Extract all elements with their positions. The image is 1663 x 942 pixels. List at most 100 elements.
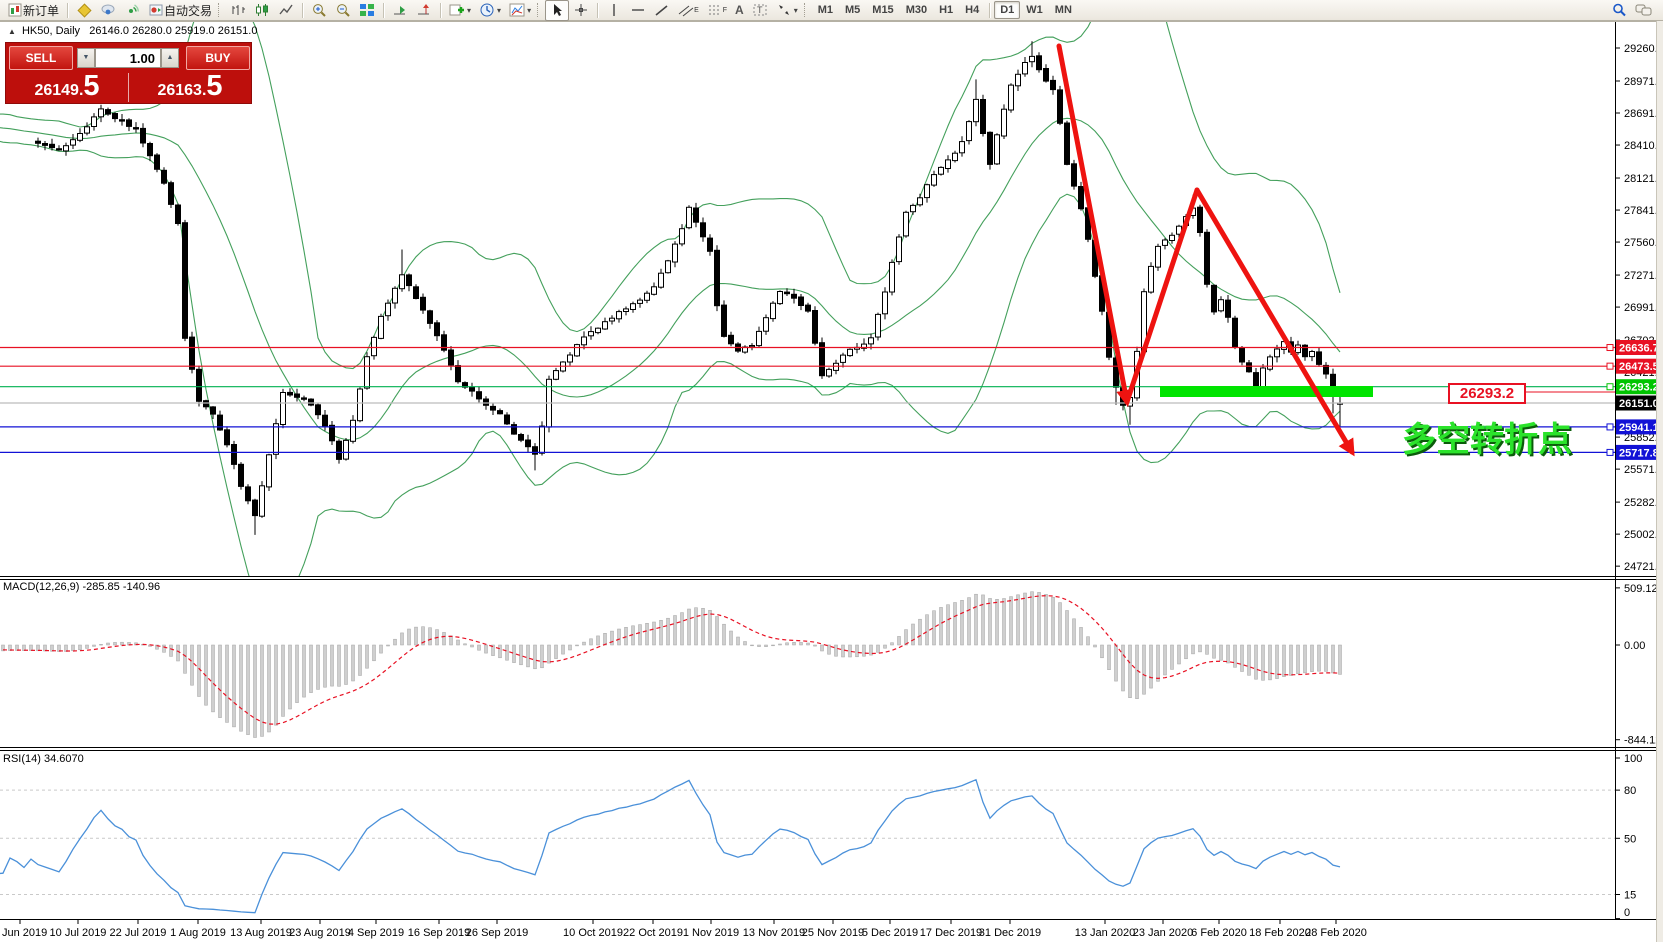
turning-point-text[interactable]: 多空转折点 xyxy=(1402,412,1572,461)
line-chart-icon xyxy=(278,2,294,18)
timeframe-w1[interactable]: W1 xyxy=(1020,1,1049,19)
green-trend-segment[interactable] xyxy=(1160,386,1373,397)
journal-button[interactable] xyxy=(72,0,96,21)
fibonacci-button[interactable]: F xyxy=(703,0,731,21)
window-edge xyxy=(1656,21,1663,942)
dropdown-caret-icon: ▾ xyxy=(497,5,502,15)
search-button[interactable] xyxy=(1607,0,1631,21)
cursor-icon xyxy=(549,2,565,18)
timeframe-m15[interactable]: M15 xyxy=(866,1,899,19)
zoom-in-icon xyxy=(311,2,327,18)
sell-price: 26149. 5 xyxy=(34,70,100,102)
auto-trading-button[interactable]: 自动交易 xyxy=(144,0,216,21)
line-anchor-square xyxy=(1606,448,1614,456)
vertical-line-button[interactable] xyxy=(602,0,626,21)
line-anchor-square xyxy=(1606,423,1614,431)
macd-tick-label: 509.12 xyxy=(1624,583,1658,595)
timeframe-m5[interactable]: M5 xyxy=(839,1,866,19)
price-callout-label[interactable]: 26293.2 xyxy=(1448,383,1526,404)
text-icon: A xyxy=(735,3,744,17)
signal-button[interactable] xyxy=(120,0,144,21)
panel-divider[interactable] xyxy=(0,579,1663,580)
volume-input[interactable] xyxy=(95,48,161,68)
date-tick-label: 4 Sep 2019 xyxy=(348,927,404,939)
toolbar-separator xyxy=(67,2,69,18)
toolbar-separator xyxy=(383,2,385,18)
volume-increase-button[interactable]: ▲ xyxy=(161,48,179,68)
timeframe-d1[interactable]: D1 xyxy=(994,1,1021,19)
signal-icon xyxy=(124,2,140,18)
bar-chart-button[interactable] xyxy=(226,0,250,21)
sell-button[interactable]: SELL xyxy=(9,46,73,70)
templates-button[interactable]: ▾ xyxy=(505,0,535,21)
vertical-line-icon xyxy=(606,2,622,18)
macd-label: MACD(12,26,9) -285.85 -140.96 xyxy=(3,581,161,593)
auto-trading-label: 自动交易 xyxy=(164,3,213,18)
text-label-button[interactable]: T xyxy=(748,0,772,21)
search-icon xyxy=(1611,2,1627,18)
timeframe-mn[interactable]: MN xyxy=(1049,1,1078,19)
date-tick-label: 28 Feb 2020 xyxy=(1305,927,1367,939)
zoom-out-button[interactable] xyxy=(331,0,355,21)
volume-decrease-button[interactable]: ▼ xyxy=(77,48,95,68)
zoom-out-icon xyxy=(335,2,351,18)
macd-tick-label: 0.00 xyxy=(1624,640,1645,652)
trendline-button[interactable] xyxy=(650,0,674,21)
periods-button[interactable]: ▾ xyxy=(475,0,505,21)
candlestick-icon xyxy=(254,2,270,18)
arrows-button[interactable]: ▾ xyxy=(772,0,802,21)
clock-icon xyxy=(479,2,495,18)
crosshair-button[interactable] xyxy=(569,0,593,21)
auto-scroll-button[interactable] xyxy=(388,0,412,21)
date-tick-label: 13 Nov 2019 xyxy=(743,927,805,939)
chart-shift-icon xyxy=(416,2,432,18)
timeframe-m1[interactable]: M1 xyxy=(812,1,839,19)
horizontal-line-button[interactable] xyxy=(626,0,650,21)
timeframe-m30[interactable]: M30 xyxy=(900,1,933,19)
mt4-window: 新订单 自动交易 ▾ ▾ ▾ E F A T ▾ M1 M5 M15 M30 H… xyxy=(0,0,1663,942)
chart-canvas[interactable]: 29260.528971.528691.028410.528121.527841… xyxy=(0,0,1663,942)
level-price-label: 26473.5 xyxy=(1619,361,1659,373)
buy-price: 26163. 5 xyxy=(157,70,223,102)
buy-button[interactable]: BUY xyxy=(186,46,250,70)
equidistant-channel-button[interactable]: E xyxy=(674,0,703,21)
chart-shift-button[interactable] xyxy=(412,0,436,21)
arrows-icon xyxy=(776,2,792,18)
collapse-icon: ▲ xyxy=(8,27,16,36)
level-price-label: 26636.7 xyxy=(1619,343,1659,355)
community-button[interactable] xyxy=(96,0,120,21)
timeframe-h4[interactable]: H4 xyxy=(959,1,985,19)
template-icon xyxy=(509,2,525,18)
chart-title: ▲ HK50, Daily 26146.0 26280.0 25919.0 26… xyxy=(8,25,257,37)
trendline-icon xyxy=(654,2,670,18)
date-tick-label: 1 Nov 2019 xyxy=(683,927,739,939)
rsi-tick-label: 0 xyxy=(1624,907,1630,919)
date-tick-label: 31 Dec 2019 xyxy=(979,927,1041,939)
date-tick-label: 7 Jun 2019 xyxy=(0,927,47,939)
line-anchor-square xyxy=(1606,362,1614,370)
date-tick-label: 1 Aug 2019 xyxy=(170,927,226,939)
panel-divider[interactable] xyxy=(0,750,1663,751)
main-toolbar: 新订单 自动交易 ▾ ▾ ▾ E F A T ▾ M1 M5 M15 M30 H… xyxy=(0,0,1663,21)
timeframe-h1[interactable]: H1 xyxy=(933,1,959,19)
date-tick-label: 23 Jan 2020 xyxy=(1133,927,1194,939)
toolbar-grip xyxy=(803,3,808,17)
timeframe-toolbar: M1 M5 M15 M30 H1 H4 D1 W1 MN xyxy=(812,1,1078,19)
zoom-in-button[interactable] xyxy=(307,0,331,21)
crosshair-icon xyxy=(573,2,589,18)
chat-button[interactable] xyxy=(1631,0,1657,21)
rsi-tick-label: 50 xyxy=(1624,833,1636,845)
indicators-button[interactable]: ▾ xyxy=(445,0,475,21)
new-order-button[interactable]: 新订单 xyxy=(3,0,63,21)
candlestick-button[interactable] xyxy=(250,0,274,21)
toolbar-separator xyxy=(440,2,442,18)
fibonacci-icon xyxy=(707,2,723,18)
tile-windows-button[interactable] xyxy=(355,0,379,21)
date-tick-label: 22 Oct 2019 xyxy=(623,927,683,939)
text-button[interactable]: A xyxy=(731,0,748,21)
date-tick-label: 23 Aug 2019 xyxy=(289,927,351,939)
rsi-tick-label: 100 xyxy=(1624,753,1642,765)
level-price-label: 26293.2 xyxy=(1619,382,1659,394)
line-chart-button[interactable] xyxy=(274,0,298,21)
cursor-button[interactable] xyxy=(545,0,570,21)
